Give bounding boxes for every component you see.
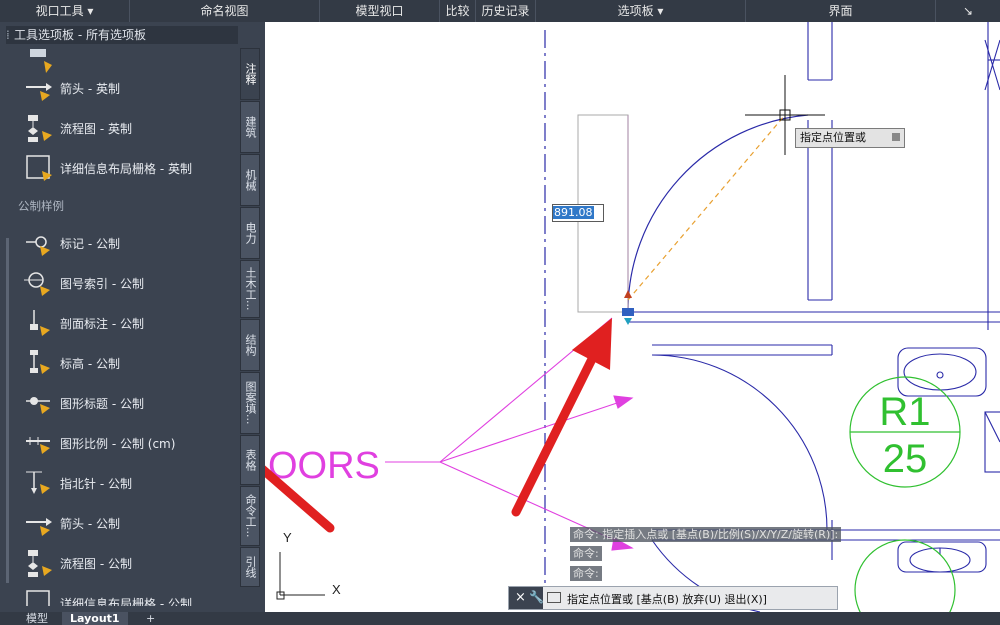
tool-flowchart-metric[interactable]: 流程图 - 公制 bbox=[24, 545, 132, 581]
arrow-tool-icon bbox=[24, 508, 54, 538]
section-mark-icon bbox=[24, 308, 54, 338]
tool-view-title-metric[interactable]: 图形标题 - 公制 bbox=[24, 385, 144, 421]
tracking-line bbox=[627, 114, 786, 301]
tool-section-mark-metric[interactable]: 剖面标注 - 公制 bbox=[24, 305, 144, 341]
svg-text:25: 25 bbox=[883, 437, 928, 481]
svg-text:Y: Y bbox=[283, 530, 292, 545]
palette-tabs: 注释 建筑 机械 电力 土木工... 结构 图案填... 表格 命令工... 引… bbox=[240, 48, 262, 588]
tool-label: 流程图 - 英制 bbox=[60, 121, 132, 136]
view-title-icon bbox=[24, 388, 54, 418]
tool-label: 图形比例 - 公制 (cm) bbox=[60, 436, 176, 451]
tab-mechanical[interactable]: 机械 bbox=[240, 154, 260, 206]
doors-label: OORS bbox=[268, 445, 380, 487]
cursor-tooltip: 指定点位置或 bbox=[795, 128, 905, 148]
tool-label: 流程图 - 公制 bbox=[60, 556, 132, 571]
tab-hatches[interactable]: 图案填... bbox=[240, 372, 260, 434]
tool-label: 箭头 - 英制 bbox=[60, 81, 120, 96]
flowchart-tool-icon bbox=[24, 548, 54, 578]
tab-layout1[interactable]: Layout1 bbox=[62, 612, 128, 625]
tab-leaders[interactable]: 引线 bbox=[240, 547, 260, 587]
tool-north-arrow-metric[interactable]: 指北针 - 公制 bbox=[24, 465, 132, 501]
north-arrow-icon bbox=[24, 468, 54, 498]
drawing-index-icon bbox=[24, 268, 54, 298]
tool-label: 详细信息布局栅格 - 公制 bbox=[60, 596, 192, 607]
elevation-tool-icon bbox=[24, 348, 54, 378]
add-layout-button[interactable]: + bbox=[138, 612, 163, 625]
tab-model[interactable]: 模型 bbox=[18, 612, 56, 625]
tool-tag-metric[interactable]: 标记 - 公制 bbox=[24, 225, 120, 261]
command-history-line: 命令: bbox=[570, 546, 602, 561]
model-viewports-button[interactable]: 模型视口 bbox=[320, 0, 440, 22]
tool-label: 箭头 - 公制 bbox=[60, 516, 120, 531]
tool-label: 指北针 - 公制 bbox=[60, 476, 132, 491]
tool-label: 剖面标注 - 公制 bbox=[60, 316, 144, 331]
section-metric-samples: 公制样例 bbox=[18, 199, 64, 213]
tab-command-tools[interactable]: 命令工... bbox=[240, 486, 260, 546]
ribbon-bar: 视口工具 ▾ 命名视图 模型视口 比较 历史记录 选项板 ▾ 界面 ↘ bbox=[0, 0, 1000, 22]
interface-button[interactable]: 界面 bbox=[746, 0, 936, 22]
tab-electrical[interactable]: 电力 bbox=[240, 207, 260, 259]
palette-title: 工具选项板 - 所有选项板 bbox=[14, 28, 146, 42]
tab-structural[interactable]: 结构 bbox=[240, 319, 260, 371]
tool-label: 图号索引 - 公制 bbox=[60, 276, 144, 291]
room-tag: R1 25 bbox=[849, 376, 961, 612]
command-history-line: 命令: bbox=[570, 566, 602, 581]
tool-detail-grid-imperial[interactable]: 详细信息布局栅格 - 英制 bbox=[24, 150, 192, 186]
palette-title-bar[interactable]: ⁞ 工具选项板 - 所有选项板 bbox=[6, 26, 238, 44]
annotation-arrows bbox=[265, 318, 612, 533]
viewport-tools-menu[interactable]: 视口工具 ▾ bbox=[0, 0, 130, 22]
command-line-controls: × 🔧 bbox=[509, 587, 544, 609]
tab-civil[interactable]: 土木工... bbox=[240, 260, 260, 318]
prompt-dropdown-icon[interactable] bbox=[547, 592, 561, 603]
grid-tool-icon bbox=[24, 153, 54, 183]
tab-annotation[interactable]: 注释 bbox=[240, 48, 260, 100]
expand-icon[interactable] bbox=[892, 133, 900, 141]
tool-label: 详细信息布局栅格 - 英制 bbox=[60, 161, 192, 176]
tool-arrow-metric[interactable]: 箭头 - 公制 bbox=[24, 505, 120, 541]
tool-label: 图形标题 - 公制 bbox=[60, 396, 144, 411]
svg-text:R1: R1 bbox=[879, 390, 930, 434]
wrench-icon[interactable]: 🔧 bbox=[529, 590, 544, 604]
panel-launcher-icon[interactable]: ↘ bbox=[936, 0, 1000, 22]
compare-button[interactable]: 比较 bbox=[440, 0, 476, 22]
tool-elevation-metric[interactable]: 标高 - 公制 bbox=[24, 345, 120, 381]
tab-tables[interactable]: 表格 bbox=[240, 435, 260, 485]
flowchart-tool-icon bbox=[24, 113, 54, 143]
dimension-input[interactable]: 891.08 bbox=[552, 204, 604, 222]
tool-drawing-index-metric[interactable]: 图号索引 - 公制 bbox=[24, 265, 144, 301]
history-button[interactable]: 历史记录 bbox=[476, 0, 536, 22]
door-swing-arc bbox=[627, 114, 809, 313]
grip-icon[interactable]: ⁞ bbox=[6, 26, 14, 44]
svg-text:X: X bbox=[332, 582, 341, 597]
palette-tool-list: 箭头 - 英制 流程图 - 英制 详细信息布局栅格 - 英制 公制样例 标记 -… bbox=[6, 48, 238, 606]
tool-detail-grid-metric[interactable]: 详细信息布局栅格 - 公制 bbox=[24, 585, 192, 606]
command-prompt: 指定点位置或 [基点(B) 放弃(U) 退出(X)] bbox=[567, 593, 767, 606]
tool-arrow-imperial[interactable]: 箭头 - 英制 bbox=[24, 70, 120, 106]
command-history-line: 命令: 指定插入点或 [基点(B)/比例(S)/X/Y/Z/旋转(R)]: bbox=[570, 527, 842, 542]
tool-scale-metric[interactable]: 图形比例 - 公制 (cm) bbox=[24, 425, 175, 461]
palettes-menu[interactable]: 选项板 ▾ bbox=[536, 0, 746, 22]
drawing-canvas[interactable]: OORS R1 25 Y X bbox=[265, 22, 1000, 612]
ucs-icon: Y X bbox=[276, 530, 341, 600]
tool-label: 标高 - 公制 bbox=[60, 356, 120, 371]
tab-architectural[interactable]: 建筑 bbox=[240, 101, 260, 153]
named-views-button[interactable]: 命名视图 bbox=[130, 0, 320, 22]
close-icon[interactable]: × bbox=[515, 590, 526, 605]
tool-flowchart-imperial[interactable]: 流程图 - 英制 bbox=[24, 110, 132, 146]
tag-tool-icon bbox=[24, 228, 54, 258]
layout-tabs-bar: 模型 Layout1 + bbox=[0, 612, 1000, 625]
tool-label: 标记 - 公制 bbox=[60, 236, 120, 251]
scale-tool-icon bbox=[24, 428, 54, 458]
command-line[interactable]: × 🔧 指定点位置或 [基点(B) 放弃(U) 退出(X)] bbox=[508, 586, 838, 610]
arrow-tool-icon bbox=[24, 73, 54, 103]
walls bbox=[628, 22, 1000, 612]
grid-tool-icon bbox=[24, 588, 54, 606]
